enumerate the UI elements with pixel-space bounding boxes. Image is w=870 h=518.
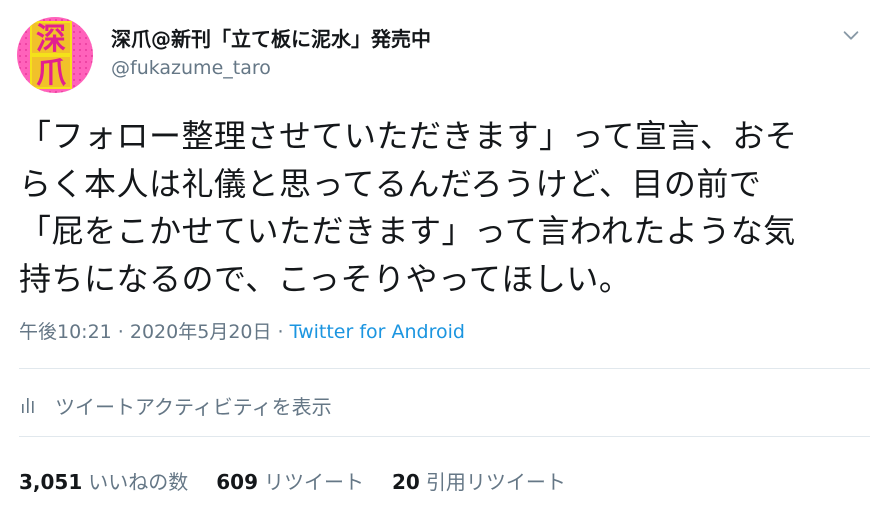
retweets-label: リツイート: [264, 470, 365, 494]
quotes-label: 引用リツイート: [425, 470, 566, 494]
retweets-stat[interactable]: 609 リツイート: [216, 466, 364, 495]
author-handle[interactable]: @fukazume_taro: [111, 57, 271, 79]
avatar-char-2: 爪: [30, 55, 72, 91]
avatar-logo: 深 爪: [28, 17, 74, 93]
retweets-count: 609: [216, 470, 259, 494]
tweet-card: 深 爪 深爪@新刊「立て板に泥水」発売中 @fukazume_taro 「フォロ…: [0, 0, 870, 518]
divider: [19, 436, 870, 437]
likes-count: 3,051: [19, 470, 83, 494]
avatar[interactable]: 深 爪: [17, 17, 93, 93]
tweet-timestamp[interactable]: 午後10:21 · 2020年5月20日 ·: [19, 321, 290, 343]
tweet-activity-link[interactable]: ツイートアクティビティを表示: [19, 390, 332, 420]
tweet-activity-label: ツイートアクティビティを表示: [55, 394, 332, 419]
quotes-count: 20: [392, 470, 420, 494]
chevron-down-icon[interactable]: [840, 24, 862, 46]
likes-stat[interactable]: 3,051 いいねの数: [19, 466, 188, 495]
tweet-meta: 午後10:21 · 2020年5月20日 · Twitter for Andro…: [19, 317, 465, 344]
bar-chart-icon: [22, 398, 34, 413]
author-display-name[interactable]: 深爪@新刊「立て板に泥水」発売中: [111, 23, 431, 52]
tweet-source-link[interactable]: Twitter for Android: [290, 321, 465, 343]
avatar-char-1: 深: [30, 21, 72, 57]
quotes-stat[interactable]: 20 引用リツイート: [392, 466, 566, 495]
divider: [19, 368, 870, 369]
tweet-stats: 3,051 いいねの数 609 リツイート 20 引用リツイート: [19, 466, 594, 495]
tweet-text: 「フォロー整理させていただきます」って宣言、おそ らく本人は礼儀と思ってるんだろ…: [19, 117, 798, 298]
likes-label: いいねの数: [88, 470, 189, 494]
